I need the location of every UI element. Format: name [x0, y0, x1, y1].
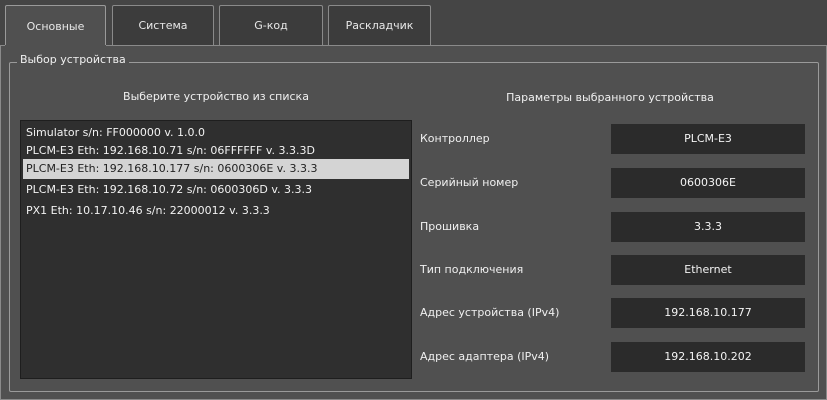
connection-type-label: Тип подключения [420, 263, 524, 276]
device-address-value: 192.168.10.177 [611, 298, 805, 328]
device-address-label: Адрес устройства (IPv4) [420, 306, 560, 319]
tab-system-label: Система [138, 19, 188, 32]
firmware-label: Прошивка [420, 220, 480, 233]
device-params-title: Параметры выбранного устройства [506, 91, 714, 104]
tab-gcode[interactable]: G-код [219, 5, 323, 45]
device-item-text: PX1 Eth: 10.17.10.46 s/n: 22000012 v. 3.… [26, 204, 270, 217]
adapter-address-value: 192.168.10.202 [611, 342, 805, 372]
tab-layout-label: Раскладчик [345, 19, 414, 32]
list-item[interactable]: PLCM-E3 Eth: 192.168.10.72 s/n: 0600306D… [23, 180, 409, 200]
list-item-selected[interactable]: PLCM-E3 Eth: 192.168.10.177 s/n: 0600306… [23, 159, 409, 179]
firmware-value: 3.3.3 [611, 212, 805, 242]
tab-gcode-label: G-код [254, 19, 288, 32]
controller-label: Контроллер [420, 132, 490, 145]
device-item-text: PLCM-E3 Eth: 192.168.10.177 s/n: 0600306… [26, 162, 318, 175]
device-item-text: PLCM-E3 Eth: 192.168.10.71 s/n: 06FFFFFF… [26, 144, 315, 157]
tab-main[interactable]: Основные [5, 5, 106, 47]
tab-layout[interactable]: Раскладчик [328, 5, 431, 45]
serial-number-value: 0600306E [611, 168, 805, 198]
list-item[interactable]: PLCM-E3 Eth: 192.168.10.71 s/n: 06FFFFFF… [23, 141, 409, 161]
tab-bar: Основные Система G-код Раскладчик [0, 0, 827, 47]
adapter-address-label: Адрес адаптера (IPv4) [420, 350, 550, 363]
connection-type-value: Ethernet [611, 255, 805, 285]
list-item[interactable]: PX1 Eth: 10.17.10.46 s/n: 22000012 v. 3.… [23, 201, 409, 221]
tab-main-label: Основные [26, 20, 85, 33]
device-list[interactable]: Simulator s/n: FF000000 v. 1.0.0 PLCM-E3… [20, 120, 412, 379]
group-title: Выбор устройства [17, 53, 129, 66]
device-item-text: Simulator s/n: FF000000 v. 1.0.0 [26, 126, 205, 139]
list-item[interactable]: Simulator s/n: FF000000 v. 1.0.0 [23, 123, 409, 143]
device-item-text: PLCM-E3 Eth: 192.168.10.72 s/n: 0600306D… [26, 183, 312, 196]
controller-value: PLCM-E3 [611, 124, 805, 154]
tab-system[interactable]: Система [112, 5, 214, 45]
device-list-title: Выберите устройство из списка [123, 90, 309, 103]
serial-number-label: Серийный номер [420, 176, 519, 189]
